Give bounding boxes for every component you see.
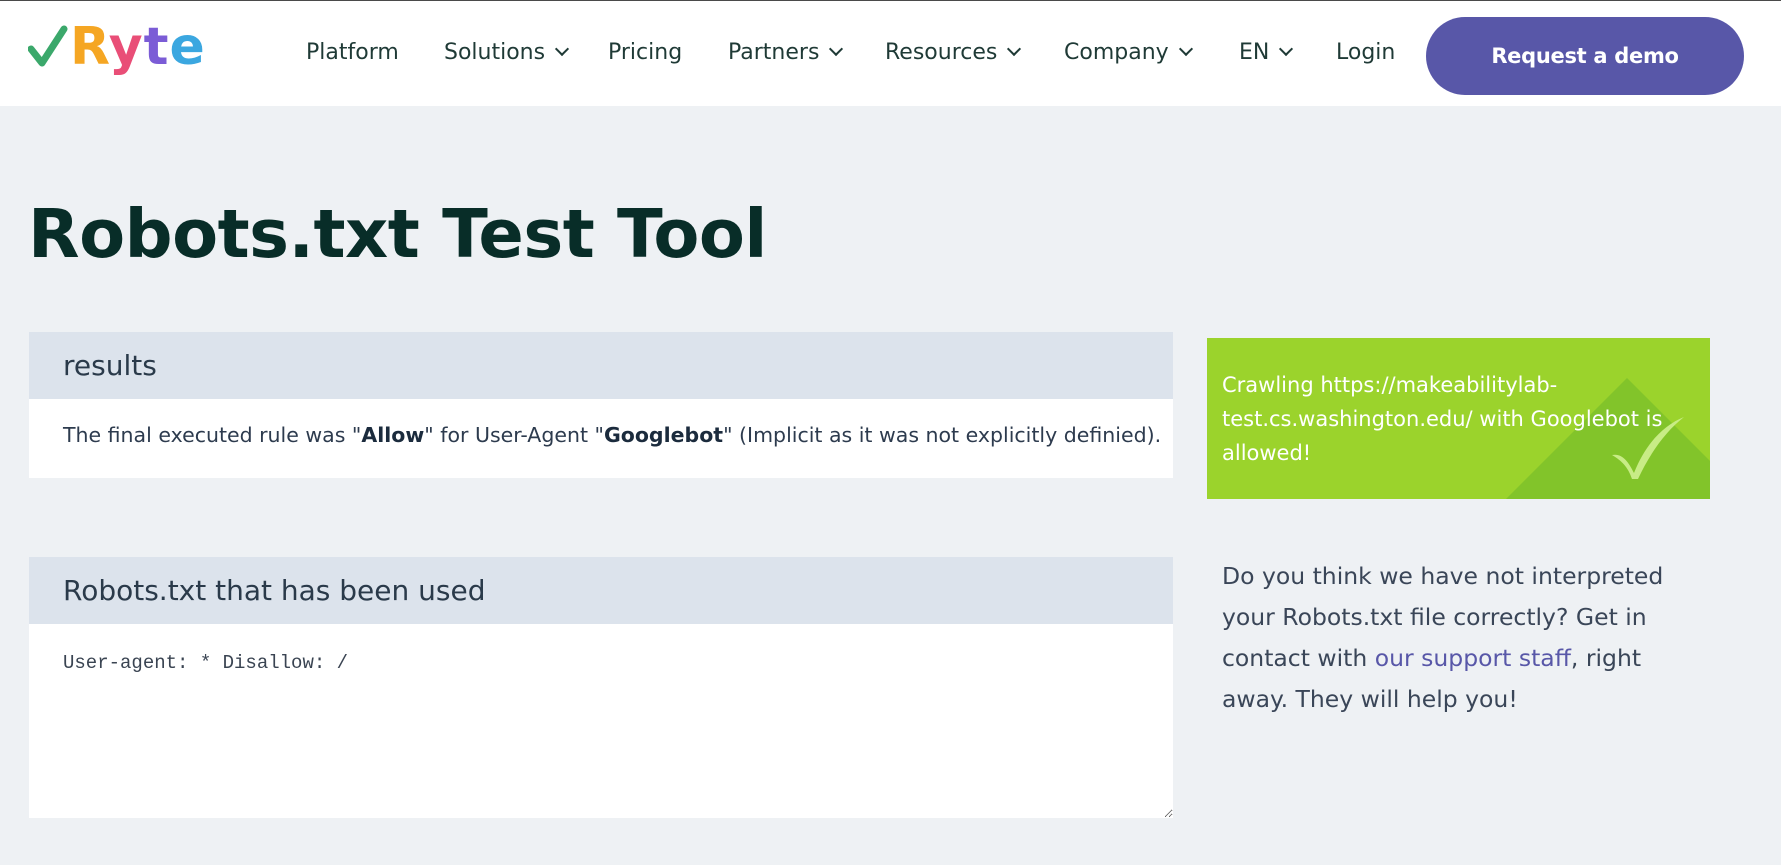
nav-label: Login [1336,39,1396,65]
support-help-text: Do you think we have not interpreted you… [1222,556,1692,720]
chevron-down-icon [555,41,570,57]
nav-platform[interactable]: Platform [306,39,399,65]
robots-textarea[interactable] [29,624,1173,818]
results-text: " for User-Agent " [424,423,604,447]
results-text: " (Implicit as it was not explicitly def… [723,423,1162,447]
nav-label: EN [1239,39,1270,65]
results-message: The final executed rule was "Allow" for … [29,399,1173,471]
request-demo-label: Request a demo [1491,44,1679,68]
status-allowed-box: Crawling https://makeabilitylab-test.cs.… [1207,338,1710,499]
nav-label: Resources [885,39,998,65]
page-title: Robots.txt Test Tool [28,195,767,273]
user-agent-value: Googlebot [603,423,724,447]
site-header: Ryte Platform Solutions Pricing Partners… [0,1,1781,106]
nav-label: Pricing [608,39,683,65]
nav-resources[interactable]: Resources [885,39,1022,65]
status-message: Crawling https://makeabilitylab-test.cs.… [1222,373,1663,465]
chevron-down-icon [829,41,844,57]
request-demo-button[interactable]: Request a demo [1426,17,1744,95]
chevron-down-icon [1279,41,1294,57]
nav-language[interactable]: EN [1239,39,1294,65]
nav-solutions[interactable]: Solutions [444,39,570,65]
support-staff-link[interactable]: our support staff [1375,644,1571,672]
nav-company[interactable]: Company [1064,39,1193,65]
executed-rule: Allow [361,423,425,447]
results-panel: results The final executed rule was "All… [29,332,1173,478]
nav-label: Platform [306,39,399,65]
nav-partners[interactable]: Partners [728,39,844,65]
results-text: The final executed rule was " [63,423,362,447]
nav-label: Company [1064,39,1169,65]
results-heading: results [29,332,1173,399]
nav-label: Partners [728,39,820,65]
nav-label: Solutions [444,39,546,65]
robots-heading: Robots.txt that has been used [29,557,1173,624]
chevron-down-icon [1007,41,1022,57]
nav-login[interactable]: Login [1336,39,1395,65]
robots-panel: Robots.txt that has been used [29,557,1173,818]
nav-pricing[interactable]: Pricing [608,39,682,65]
chevron-down-icon [1178,41,1193,57]
